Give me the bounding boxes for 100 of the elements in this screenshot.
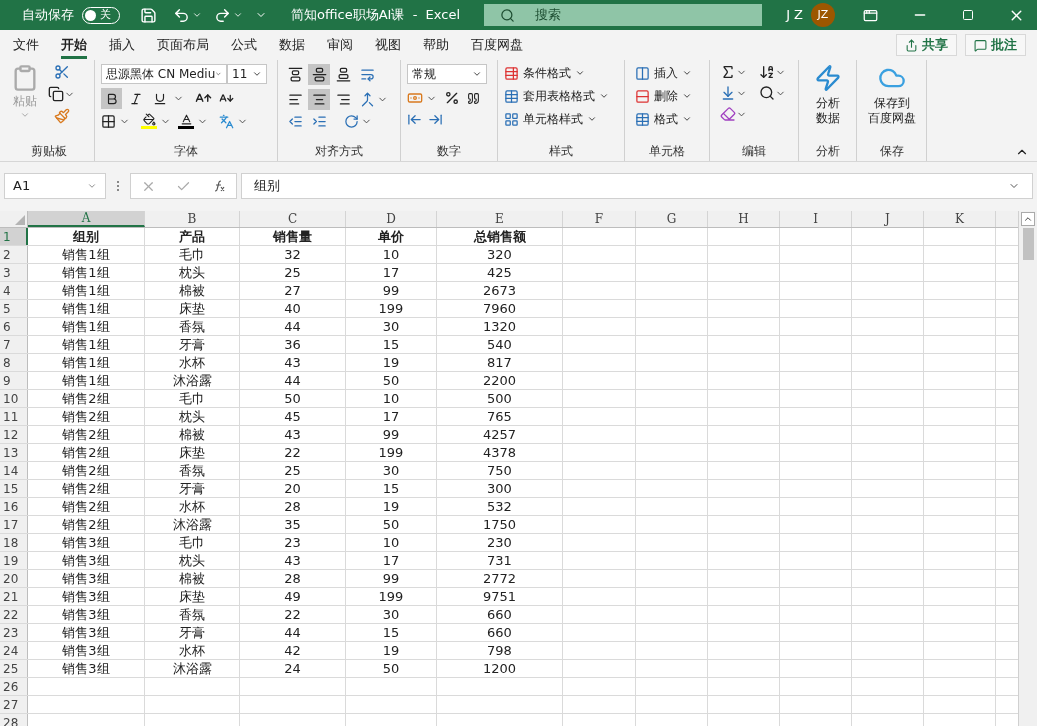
row-header[interactable]: 27 xyxy=(0,696,28,713)
column-header[interactable]: B xyxy=(145,211,240,227)
menu-tab[interactable]: 页面布局 xyxy=(157,31,209,59)
window-title: 简知office职场AI课 - Excel xyxy=(291,6,461,25)
row-header[interactable]: 12 xyxy=(0,426,28,443)
maximize-icon[interactable] xyxy=(962,9,974,21)
row-header[interactable]: 19 xyxy=(0,552,28,569)
row-header[interactable]: 18 xyxy=(0,534,28,551)
row-header[interactable]: 23 xyxy=(0,624,28,641)
font-color-icon[interactable] xyxy=(178,113,194,129)
scrollbar-thumb[interactable] xyxy=(1022,228,1034,260)
menu-tab[interactable]: 百度网盘 xyxy=(471,31,523,59)
styles-menu-button[interactable]: 条件格式 xyxy=(504,64,609,82)
phonetic-guide-icon[interactable] xyxy=(219,113,234,129)
menu-tab[interactable]: 插入 xyxy=(109,31,135,59)
cells-menu-button[interactable]: 删除 xyxy=(635,87,692,105)
menu-tab[interactable]: 帮助 xyxy=(423,31,449,59)
column-header[interactable]: J xyxy=(852,211,924,227)
row-header[interactable]: 13 xyxy=(0,444,28,461)
font-name-dropdown[interactable]: 思源黑体 CN Mediu xyxy=(101,64,227,84)
column-header[interactable]: H xyxy=(708,211,780,227)
row-header[interactable]: 22 xyxy=(0,606,28,623)
sort-filter-icon[interactable] xyxy=(759,64,775,80)
middle-align-icon[interactable] xyxy=(308,64,330,85)
wrap-text-icon[interactable] xyxy=(360,67,375,82)
fill-icon[interactable] xyxy=(720,85,736,101)
cells-menu-button[interactable]: 格式 xyxy=(635,110,692,128)
merge-center-icon[interactable] xyxy=(360,92,375,107)
number-format-dropdown[interactable]: 常规 xyxy=(407,64,487,84)
row-header[interactable]: 6 xyxy=(0,318,28,335)
row-header[interactable]: 2 xyxy=(0,246,28,263)
row-header[interactable]: 26 xyxy=(0,678,28,695)
table-cell-text: 17 xyxy=(382,407,400,426)
row-header[interactable]: 8 xyxy=(0,354,28,371)
vertical-scrollbar[interactable] xyxy=(1018,211,1037,726)
menu-tab[interactable]: 审阅 xyxy=(327,31,353,59)
font-size-dropdown[interactable]: 11 xyxy=(227,64,267,84)
name-box[interactable]: A1 xyxy=(4,173,106,199)
row-header[interactable]: 10 xyxy=(0,390,28,407)
eraser-icon[interactable] xyxy=(720,106,736,122)
row-header[interactable]: 3 xyxy=(0,264,28,281)
menu-tab[interactable]: 数据 xyxy=(279,31,305,59)
row-header[interactable]: 4 xyxy=(0,282,28,299)
row-header[interactable]: 17 xyxy=(0,516,28,533)
menu-tab[interactable]: 文件 xyxy=(13,31,39,59)
table-cell-text: 25 xyxy=(284,263,301,282)
row-header[interactable]: 11 xyxy=(0,408,28,425)
search-field[interactable]: 搜索 xyxy=(484,4,763,26)
borders-icon[interactable] xyxy=(101,113,116,129)
undo-icon[interactable] xyxy=(173,6,190,24)
row-header[interactable]: 28 xyxy=(0,714,28,726)
column-header[interactable]: G xyxy=(636,211,708,227)
row-header[interactable]: 21 xyxy=(0,588,28,605)
accounting-format-icon[interactable] xyxy=(407,90,423,106)
save-icon[interactable] xyxy=(140,6,157,24)
save-to-cloud-button[interactable]: 保存到 百度网盘 xyxy=(863,64,920,126)
percent-icon[interactable] xyxy=(444,90,460,106)
redo-icon[interactable] xyxy=(214,6,231,24)
increase-decimal-icon[interactable] xyxy=(407,112,422,127)
menu-tab[interactable]: 公式 xyxy=(231,31,257,59)
decrease-decimal-icon[interactable] xyxy=(428,112,443,127)
orientation-icon[interactable] xyxy=(344,114,359,129)
cell-grid-icon xyxy=(504,111,519,127)
menu-tab[interactable]: 开始 xyxy=(61,31,87,59)
copy-icon[interactable] xyxy=(48,86,64,102)
ribbon-display-icon[interactable] xyxy=(863,7,878,23)
formula-input[interactable]: 组别 xyxy=(241,173,1033,199)
row-header[interactable]: 15 xyxy=(0,480,28,497)
column-header[interactable]: E xyxy=(437,211,563,227)
share-button[interactable]: 共享 xyxy=(896,34,957,56)
row-header[interactable]: 20 xyxy=(0,570,28,587)
row-header[interactable]: 16 xyxy=(0,498,28,515)
row-header[interactable]: 7 xyxy=(0,336,28,353)
user-avatar[interactable]: JZ xyxy=(811,3,835,27)
column-header[interactable]: A xyxy=(28,211,145,227)
autosum-icon[interactable] xyxy=(720,64,736,80)
search-icon[interactable] xyxy=(759,85,775,101)
comments-button[interactable]: 批注 xyxy=(965,34,1026,56)
comma-style-icon[interactable] xyxy=(467,91,480,105)
insert-cells-icon xyxy=(635,65,650,81)
fill-color-icon[interactable] xyxy=(141,113,157,129)
styles-menu-button[interactable]: 单元格样式 xyxy=(504,110,609,128)
row-header[interactable]: 24 xyxy=(0,642,28,659)
row-header[interactable]: 1 xyxy=(0,228,28,245)
analyze-data-button[interactable]: 分析 数据 xyxy=(805,64,850,126)
bold-icon[interactable] xyxy=(101,88,122,109)
row-header[interactable]: 14 xyxy=(0,462,28,479)
row-header[interactable]: 25 xyxy=(0,660,28,677)
table-cell-text: 销售3组 xyxy=(62,605,110,624)
column-header[interactable]: I xyxy=(780,211,852,227)
column-header[interactable]: C xyxy=(240,211,346,227)
column-header[interactable]: K xyxy=(924,211,996,227)
align-center-icon[interactable] xyxy=(308,89,330,110)
column-header[interactable]: F xyxy=(563,211,636,227)
row-header[interactable]: 9 xyxy=(0,372,28,389)
cells-menu-button[interactable]: 插入 xyxy=(635,64,692,82)
column-header[interactable]: D xyxy=(346,211,437,227)
menu-tab[interactable]: 视图 xyxy=(375,31,401,59)
row-header[interactable]: 5 xyxy=(0,300,28,317)
styles-menu-button[interactable]: 套用表格格式 xyxy=(504,87,609,105)
